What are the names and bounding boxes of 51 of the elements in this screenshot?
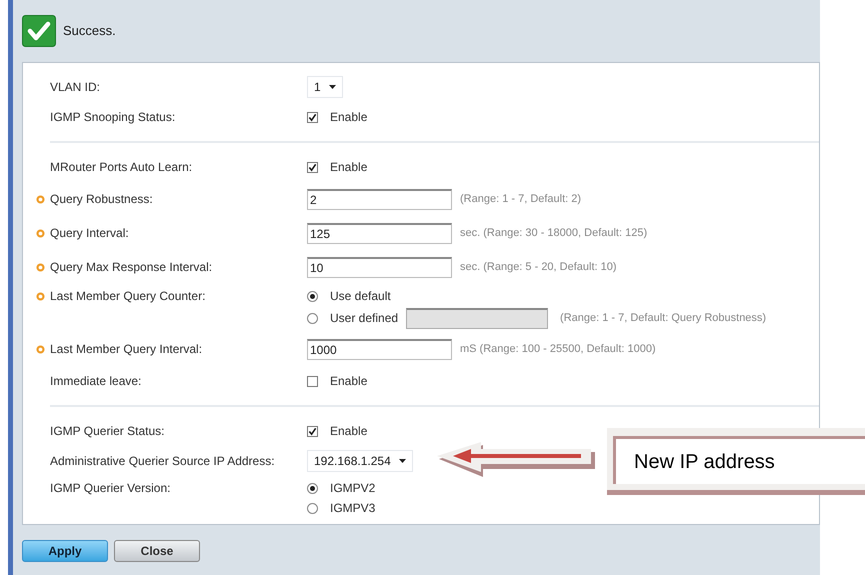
field-label: Query Robustness: [50,191,154,208]
dropdown[interactable]: 192.168.1.254 [307,450,413,472]
field-label: IGMP Snooping Status: [50,109,176,126]
field-label: Administrative Querier Source IP Address: [50,453,276,470]
field-label: IGMP Querier Version: [50,480,172,497]
required-icon [36,194,44,204]
hint-text: sec. (Range: 30 - 18000, Default: 125) [460,226,648,241]
text-field[interactable]: 125 [307,222,452,244]
field-label: Query Interval: [50,225,130,242]
field-label: IGMP Querier Status: [50,423,166,440]
dropdown[interactable]: 1 [307,76,343,98]
field-label: MRouter Ports Auto Learn: [50,159,194,176]
caret-icon [398,459,406,463]
caret-icon [328,85,336,89]
option-label: IGMPV3 [330,500,376,517]
option-label: Enable [330,109,368,126]
radio-button[interactable] [307,502,318,514]
option-label: User defined [330,310,398,327]
required-icon [36,344,44,354]
radio-button[interactable] [307,482,318,494]
radio-button[interactable] [307,312,318,324]
apply-button[interactable]: Apply [22,540,108,562]
hint-text: mS (Range: 100 - 25500, Default: 1000) [460,342,656,357]
field-label: VLAN ID: [50,79,102,96]
close-button[interactable]: Close [114,540,200,562]
text-field[interactable]: 1000 [307,338,452,360]
required-icon [36,292,44,300]
field-label: Query Max Response Interval: [50,259,214,276]
status-message: Success. [63,22,116,40]
field-label: Last Member Query Counter: [50,288,206,305]
field-label: Last Member Query Interval: [50,341,204,358]
callout: New IP address [607,428,865,495]
text-field[interactable]: 2 [307,188,452,210]
checkbox[interactable] [307,376,318,386]
required-icon [36,228,44,238]
checkbox[interactable] [307,162,318,172]
radio-button[interactable] [307,290,318,302]
option-label: Enable [330,423,368,440]
hint-text: sec. (Range: 5 - 20, Default: 10) [460,260,617,275]
text-field[interactable]: 10 [307,256,452,278]
field-label: Immediate leave: [50,373,142,390]
option-label: IGMPV2 [330,480,376,497]
success-check-icon [22,15,56,47]
hint-text: (Range: 1 - 7, Default: Query Robustness) [560,310,766,326]
option-label: Use default [330,288,391,305]
checkbox[interactable] [307,426,318,436]
required-icon [36,262,44,272]
hint-text: (Range: 1 - 7, Default: 2) [460,192,582,207]
option-label: Enable [330,159,368,176]
checkbox[interactable] [307,112,318,122]
option-label: Enable [330,373,368,390]
